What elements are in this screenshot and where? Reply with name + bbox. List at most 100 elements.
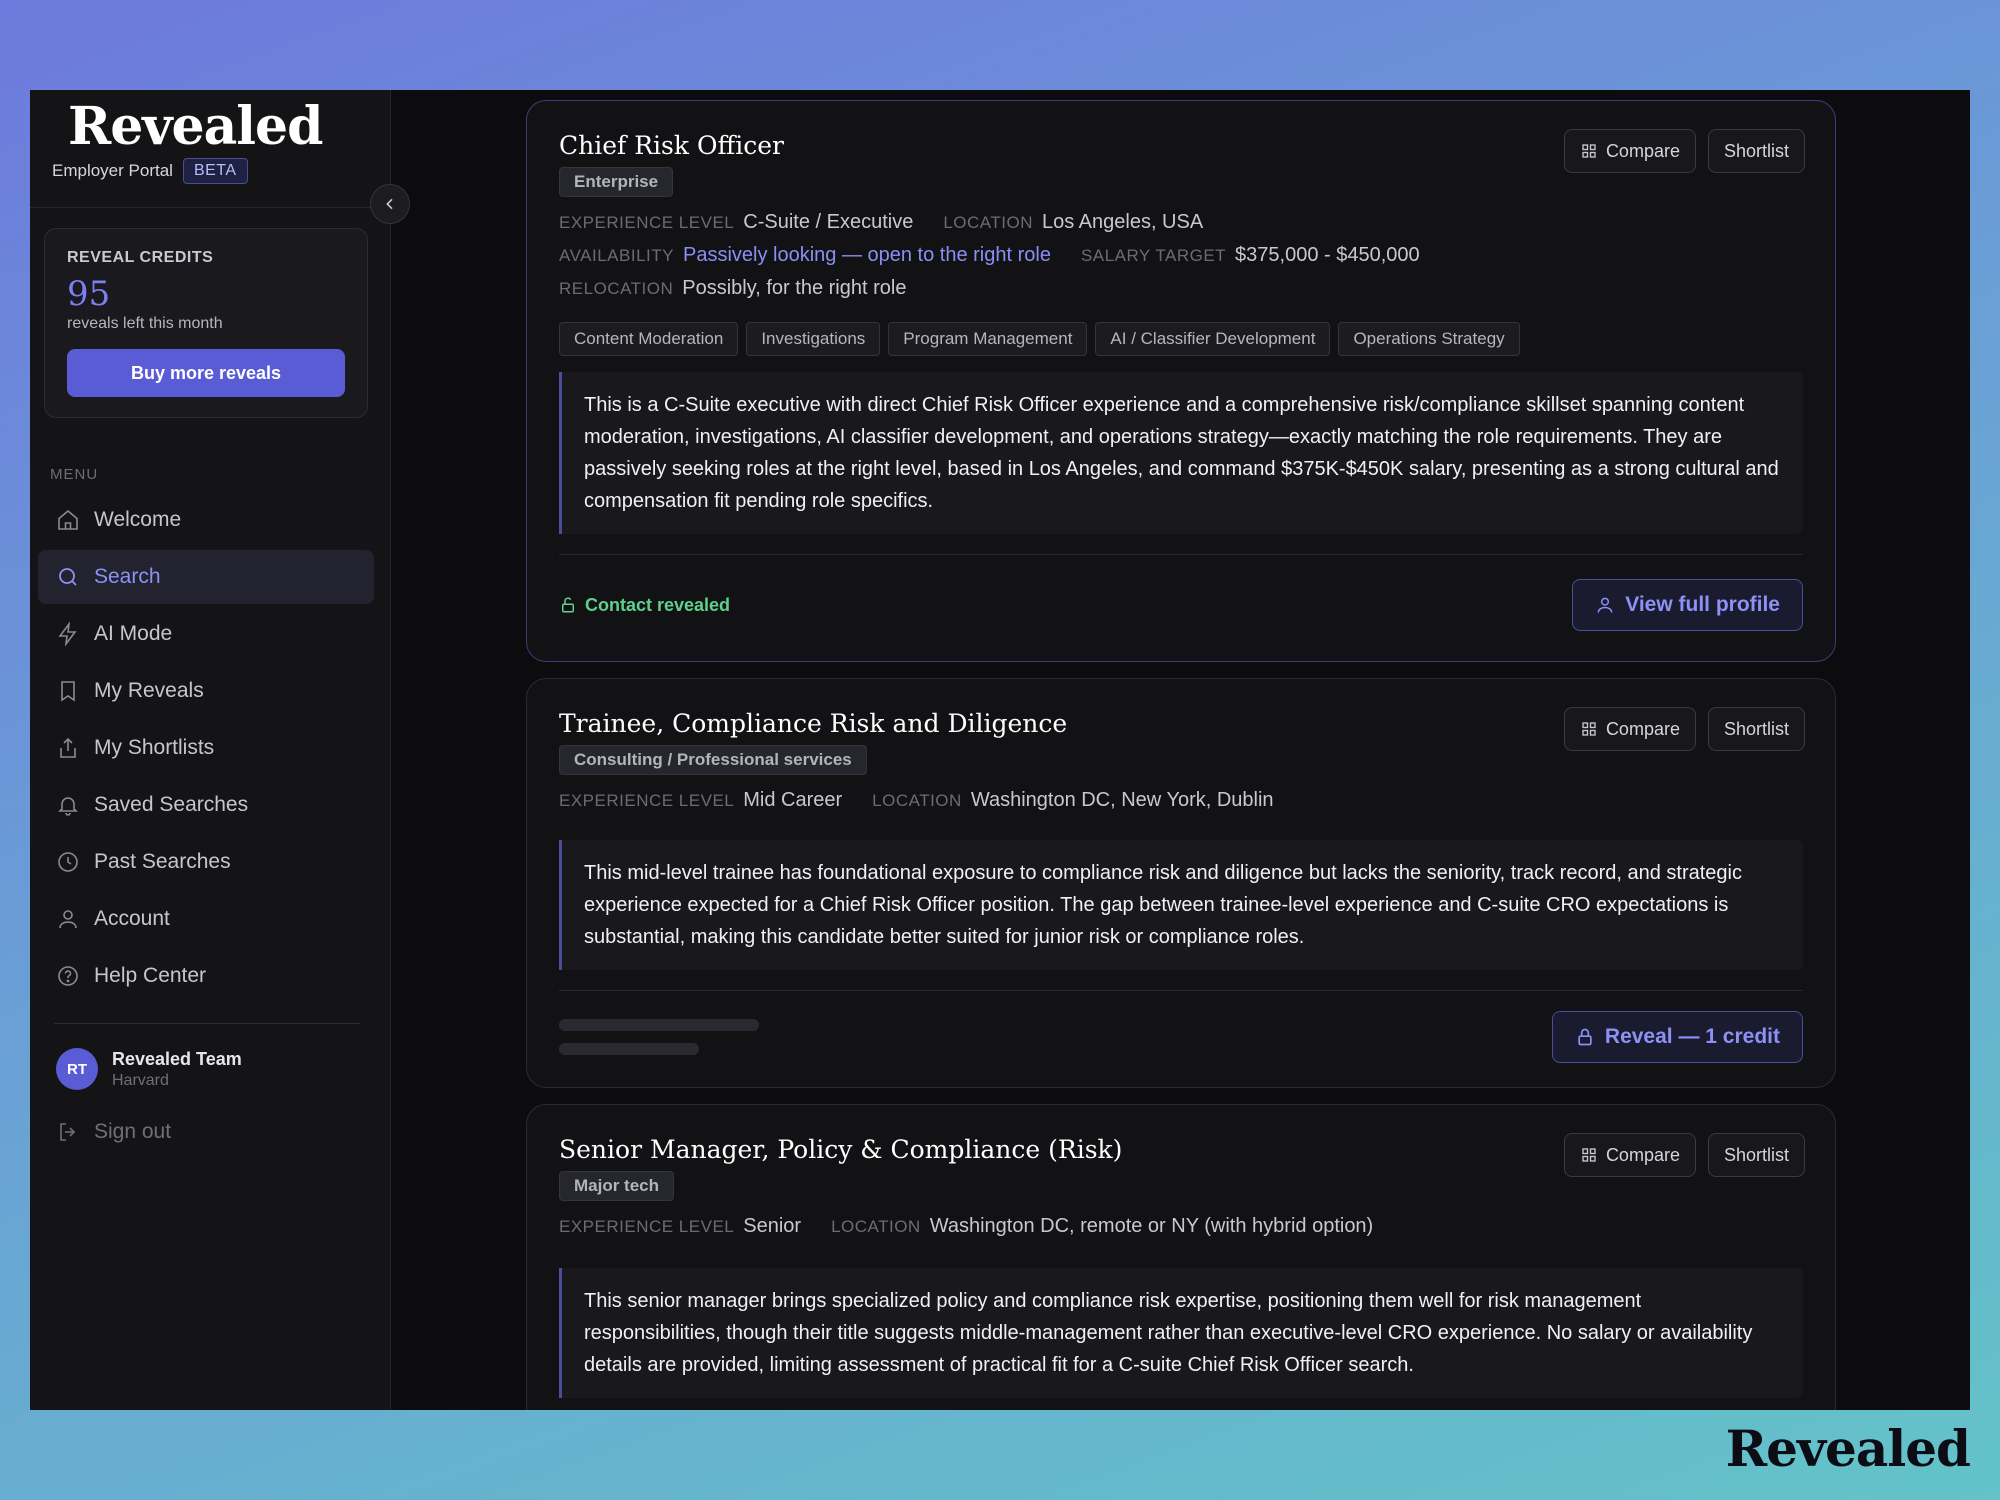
skeleton-line (559, 1043, 699, 1055)
shortlist-button[interactable]: Shortlist (1707, 129, 1805, 173)
sidebar-item-help-center[interactable]: Help Center (38, 949, 374, 1003)
sidebar-item-label: Saved Searches (94, 793, 249, 816)
compare-label: Compare (1605, 718, 1680, 739)
lock-icon (1578, 1028, 1592, 1046)
candidate-card: Senior Manager, Policy & Compliance (Ris… (526, 1104, 1836, 1410)
bookmark-icon (61, 681, 75, 702)
view-profile-label: View full profile (1625, 593, 1780, 616)
compare-button[interactable]: Compare (1563, 1133, 1696, 1177)
skeleton-line (559, 1019, 759, 1031)
location-value: Washington DC, remote or NY (with hybrid… (929, 1215, 1374, 1237)
salary-label: SALARY TARGET (1080, 246, 1227, 265)
location-label: LOCATION (831, 1217, 921, 1236)
experience-label: EXPERIENCE LEVEL (559, 213, 735, 232)
sidebar-menu: Welcome Search AI Mode My Reveals My Sho… (30, 493, 390, 1003)
menu-label: MENU (50, 466, 99, 483)
brand-logo[interactable]: Revealed (68, 96, 390, 158)
company-type-badge: Enterprise (559, 167, 674, 197)
sign-out-button[interactable]: Sign out (56, 1120, 390, 1144)
availability-label: AVAILABILITY (559, 246, 674, 265)
ai-summary: This senior manager brings specialized p… (559, 1268, 1803, 1398)
portal-label: Employer Portal (52, 161, 173, 180)
user-org: Harvard (112, 1071, 169, 1089)
compare-label: Compare (1605, 1144, 1680, 1165)
sidebar-item-label: My Reveals (94, 679, 204, 702)
sidebar-item-label: Help Center (94, 964, 207, 987)
sidebar-item-label: Welcome (94, 508, 182, 531)
share-icon (60, 737, 76, 758)
credits-subtitle: reveals left this month (67, 315, 223, 332)
availability-value: Passively looking — open to the right ro… (682, 244, 1051, 266)
sidebar-item-label: Search (94, 565, 161, 588)
home-icon (58, 509, 78, 530)
status-label: Contact revealed (585, 594, 731, 615)
reveal-credits-card: REVEAL CREDITS 95 reveals left this mont… (44, 228, 368, 418)
sidebar-item-saved-searches[interactable]: Saved Searches (38, 778, 374, 832)
sidebar-item-my-shortlists[interactable]: My Shortlists (38, 721, 374, 775)
bolt-icon (58, 622, 77, 646)
experience-value: Mid Career (743, 789, 843, 811)
sidebar-item-label: Past Searches (94, 850, 231, 873)
chevron-left-icon (386, 198, 393, 210)
compare-button[interactable]: Compare (1563, 707, 1696, 751)
experience-value: Senior (743, 1215, 802, 1237)
sidebar-item-welcome[interactable]: Welcome (38, 493, 374, 547)
experience-label: EXPERIENCE LEVEL (559, 791, 735, 810)
hidden-contact-placeholder (559, 1019, 759, 1055)
reveal-label: Reveal — 1 credit (1604, 1025, 1780, 1048)
compare-label: Compare (1605, 140, 1680, 161)
user-icon (1597, 597, 1613, 613)
watermark-logo: Revealed (1725, 1419, 1971, 1478)
grid-icon (1582, 144, 1596, 158)
location-label: LOCATION (943, 213, 1033, 232)
collapse-sidebar-button[interactable] (370, 184, 410, 224)
buy-more-reveals-button[interactable]: Buy more reveals (67, 349, 345, 397)
reveal-button[interactable]: Reveal — 1 credit (1551, 1011, 1803, 1063)
compare-button[interactable]: Compare (1563, 129, 1696, 173)
skill-tag: Investigations (746, 322, 881, 356)
shortlist-button[interactable]: Shortlist (1707, 1133, 1805, 1177)
candidate-card: Trainee, Compliance Risk and Diligence C… (526, 678, 1836, 1088)
candidate-card: Chief Risk Officer Enterprise Compare Sh… (526, 100, 1836, 662)
relocation-value: Possibly, for the right role (682, 277, 907, 299)
unlock-icon (562, 597, 574, 613)
sidebar-item-account[interactable]: Account (38, 892, 374, 946)
help-icon (58, 966, 78, 986)
user-icon (59, 910, 77, 929)
skill-tags: Content Moderation Investigations Progra… (559, 322, 1803, 356)
grid-icon (1582, 1148, 1596, 1162)
sidebar-item-ai-mode[interactable]: AI Mode (38, 607, 374, 661)
company-type-badge: Major tech (559, 1171, 675, 1201)
experience-label: EXPERIENCE LEVEL (559, 1217, 735, 1236)
user-name: Revealed Team (112, 1048, 242, 1069)
app-window: Revealed Employer Portal BETA REVEAL CRE… (30, 90, 1970, 1410)
skill-tag: Content Moderation (559, 322, 739, 356)
credits-count: 95 (67, 274, 111, 314)
sidebar-item-label: Account (94, 907, 170, 930)
sidebar-divider (54, 1023, 360, 1024)
sidebar: Revealed Employer Portal BETA REVEAL CRE… (30, 90, 391, 1410)
skill-tag: AI / Classifier Development (1095, 322, 1331, 356)
skill-tag: Operations Strategy (1338, 322, 1520, 356)
location-label: LOCATION (872, 791, 962, 810)
view-full-profile-button[interactable]: View full profile (1572, 579, 1803, 631)
ai-summary: This is a C-Suite executive with direct … (559, 372, 1803, 534)
sidebar-item-past-searches[interactable]: Past Searches (38, 835, 374, 889)
bell-icon (58, 797, 78, 816)
relocation-label: RELOCATION (559, 279, 674, 298)
sidebar-item-search[interactable]: Search (38, 550, 374, 604)
shortlist-button[interactable]: Shortlist (1707, 707, 1805, 751)
search-results: Chief Risk Officer Enterprise Compare Sh… (391, 90, 1970, 1410)
user-profile[interactable]: RT Revealed Team Harvard (56, 1048, 390, 1090)
beta-badge: BETA (182, 158, 248, 184)
salary-value: $375,000 - $450,000 (1235, 244, 1420, 266)
location-value: Los Angeles, USA (1041, 211, 1204, 233)
sidebar-item-label: My Shortlists (94, 736, 215, 759)
location-value: Washington DC, New York, Dublin (970, 789, 1274, 811)
ai-summary: This mid-level trainee has foundational … (559, 840, 1803, 970)
sidebar-item-my-reveals[interactable]: My Reveals (38, 664, 374, 718)
avatar: RT (56, 1048, 98, 1090)
grid-icon (1582, 722, 1596, 736)
logout-icon (60, 1123, 76, 1141)
skill-tag: Program Management (888, 322, 1088, 356)
